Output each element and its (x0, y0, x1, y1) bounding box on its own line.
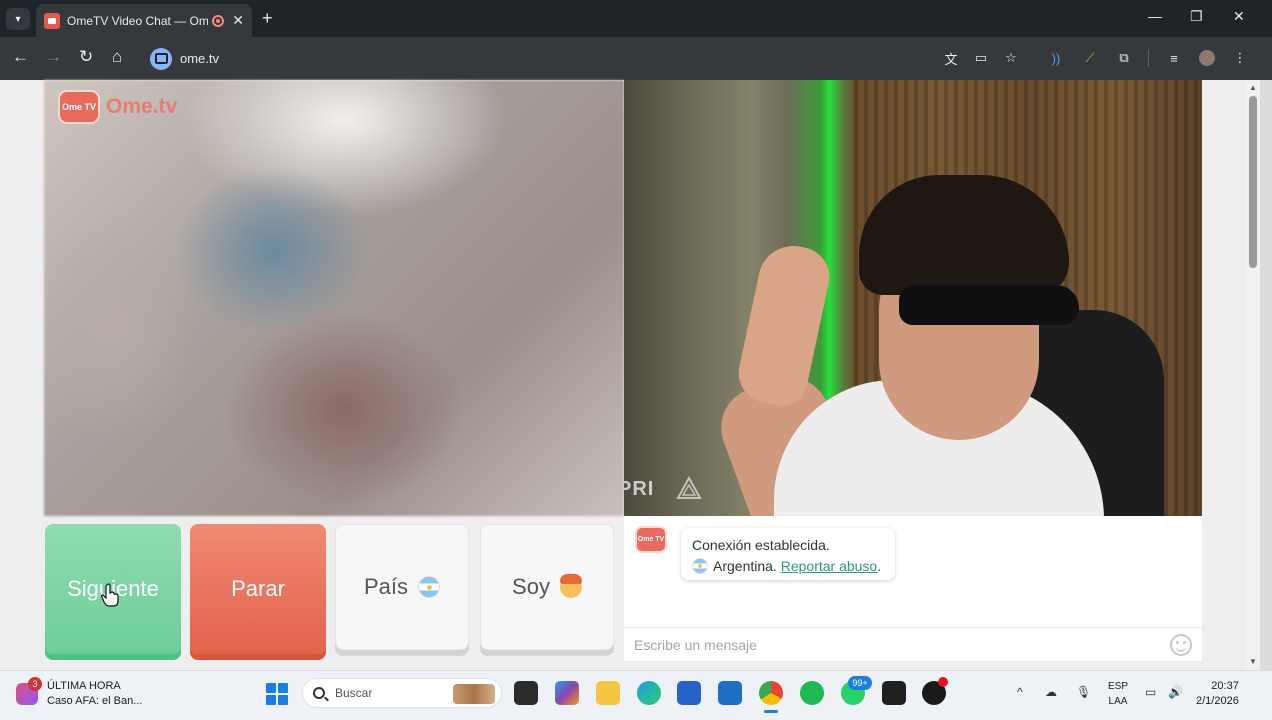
system-clock[interactable]: 20:37 2/1/2026 (1196, 679, 1239, 709)
tab-close-button[interactable]: ✕ (232, 12, 244, 29)
recording-indicator-icon (212, 14, 225, 27)
country-line: Argentina. Reportar abuso. (692, 556, 884, 577)
ometv-logo: Ome TV Ome.tv (58, 90, 177, 124)
search-highlight-image (453, 684, 495, 704)
report-suffix: . (877, 558, 882, 574)
scroll-up-icon[interactable]: ▲ (1249, 83, 1257, 92)
onedrive-cloud-icon[interactable]: ☁ (1045, 685, 1057, 699)
keyboard-layout: LAA (1108, 696, 1128, 707)
reload-icon[interactable]: ↻ (79, 47, 93, 67)
profile-avatar[interactable] (1199, 50, 1215, 66)
ometv-chat-avatar-icon: Ome TV (635, 526, 667, 553)
task-view-icon[interactable] (514, 681, 538, 705)
bookmark-star-icon[interactable]: ☆ (1003, 50, 1019, 66)
chat-panel: Ome TV Conexión establecida. Argentina. … (624, 516, 1202, 661)
whatsapp-unread-badge: 99+ (848, 676, 872, 690)
address-bar[interactable]: ome.tv (144, 43, 964, 74)
report-abuse-link[interactable]: Reportar abuso (781, 558, 878, 574)
person-hand (733, 239, 835, 411)
language-indicator[interactable]: ESP LAA (1108, 679, 1128, 709)
toolbar-divider (1148, 49, 1149, 67)
site-info-icon[interactable] (150, 47, 172, 70)
connection-established-text: Conexión establecida. (692, 537, 830, 553)
copilot-icon[interactable] (555, 681, 579, 705)
news-text: ÚLTIMA HORA Caso AFA: el Ban... (47, 679, 142, 709)
clock-date: 2/1/2026 (1196, 695, 1239, 707)
country-filter-button[interactable]: País (335, 524, 469, 650)
maximize-button[interactable]: ❐ (1190, 8, 1203, 25)
tray-chevron-icon[interactable]: ^ (1017, 685, 1023, 699)
chat-message-input[interactable] (634, 636, 1170, 653)
new-tab-button[interactable]: + (262, 8, 273, 29)
extension-audio-icon[interactable]: )) (1048, 50, 1064, 66)
emoji-picker-icon[interactable] (1170, 633, 1192, 656)
system-message-bubble: Conexión establecida. Argentina. Reporta… (681, 528, 895, 580)
stop-button[interactable]: Parar (190, 524, 326, 654)
argentina-flag-small-icon (692, 558, 708, 574)
search-icon (313, 687, 325, 699)
tab-search-chevron-icon[interactable]: ▾ (6, 8, 30, 30)
widgets-icon: 3 (16, 677, 42, 705)
ometv-favicon-icon (44, 12, 60, 29)
forward-arrow-icon[interactable]: → (45, 47, 62, 67)
file-explorer-icon[interactable] (596, 681, 620, 705)
news-subtitle: Caso AFA: el Ban... (47, 695, 143, 707)
cast-icon[interactable]: ▭ (973, 50, 989, 66)
browser-tab-ometv[interactable]: OmeTV Video Chat — Ome ✕ (36, 4, 252, 37)
remote-video (44, 80, 624, 516)
obs-camera-icon[interactable] (882, 681, 906, 705)
stream-watermark: PRI (624, 478, 655, 500)
media-controls-icon[interactable]: ≡ (1166, 50, 1182, 66)
volume-icon[interactable]: 🔊 (1168, 685, 1183, 699)
page-scrollbar[interactable]: ▲ ▼ (1246, 80, 1260, 670)
boy-emoji-icon (559, 574, 582, 598)
scroll-down-icon[interactable]: ▼ (1249, 657, 1257, 666)
microsoft-store-icon[interactable] (677, 681, 701, 705)
tab-title: OmeTV Video Chat — Ome (67, 13, 209, 28)
argentina-flag-icon (418, 576, 441, 598)
edge-browser-icon[interactable] (637, 681, 661, 705)
news-headline: ÚLTIMA HORA (47, 680, 121, 692)
local-camera-video: PRI (624, 80, 1202, 516)
watermark-triangle-icon (676, 476, 702, 499)
sunglasses (899, 285, 1079, 325)
logo-tv-icon: Ome TV (58, 90, 100, 124)
extension-leaf-icon[interactable]: ⟋ (1082, 50, 1098, 66)
news-widget[interactable]: 3 ÚLTIMA HORA Caso AFA: el Ban... (16, 677, 142, 709)
microphone-icon[interactable]: 🎙 (1076, 685, 1091, 699)
chrome-icon[interactable] (759, 681, 783, 713)
news-badge: 3 (28, 677, 42, 691)
close-window-button[interactable]: ✕ (1233, 8, 1245, 25)
extensions-puzzle-icon[interactable]: ⧉ (1116, 50, 1132, 66)
minimize-button[interactable]: — (1148, 8, 1162, 24)
clock-time: 20:37 (1211, 680, 1239, 692)
back-arrow-icon[interactable]: ← (12, 47, 29, 67)
gender-button-label: Soy (512, 574, 550, 599)
scrollbar-thumb[interactable] (1249, 96, 1257, 268)
outlook-icon[interactable] (718, 681, 742, 705)
country-button-label: País (363, 574, 409, 599)
windows-taskbar: 3 ÚLTIMA HORA Caso AFA: el Ban... Buscar… (0, 670, 1272, 720)
window-edge (1260, 80, 1272, 670)
search-placeholder: Buscar (335, 686, 373, 700)
logo-text: Ome.tv (106, 95, 178, 118)
network-icon[interactable]: ▭ (1145, 685, 1156, 699)
hand-pointer-cursor-icon (101, 583, 119, 607)
gender-select-button[interactable]: Soy (480, 524, 614, 650)
chat-input-row (624, 627, 1202, 661)
browser-toolbar: ← → ↻ ⌂ ome.tv 文 ▭ ☆ )) ⟋ ⧉ ≡ ⋮ (0, 37, 1272, 80)
taskbar-search[interactable]: Buscar (302, 678, 502, 708)
browser-menu-icon[interactable]: ⋮ (1232, 50, 1248, 66)
browser-tabbar: ▾ OmeTV Video Chat — Ome ✕ + — ❐ ✕ (0, 0, 1272, 37)
recording-app-dot (938, 677, 948, 687)
country-text: Argentina. (713, 558, 777, 574)
url-text[interactable]: ome.tv (180, 51, 219, 66)
home-icon[interactable]: ⌂ (112, 47, 122, 67)
stop-button-label: Parar (231, 576, 285, 601)
start-windows-icon[interactable] (266, 683, 288, 705)
translate-icon[interactable]: 文 (943, 50, 959, 67)
language-code: ESP (1108, 681, 1129, 692)
spotify-icon[interactable] (800, 681, 824, 705)
